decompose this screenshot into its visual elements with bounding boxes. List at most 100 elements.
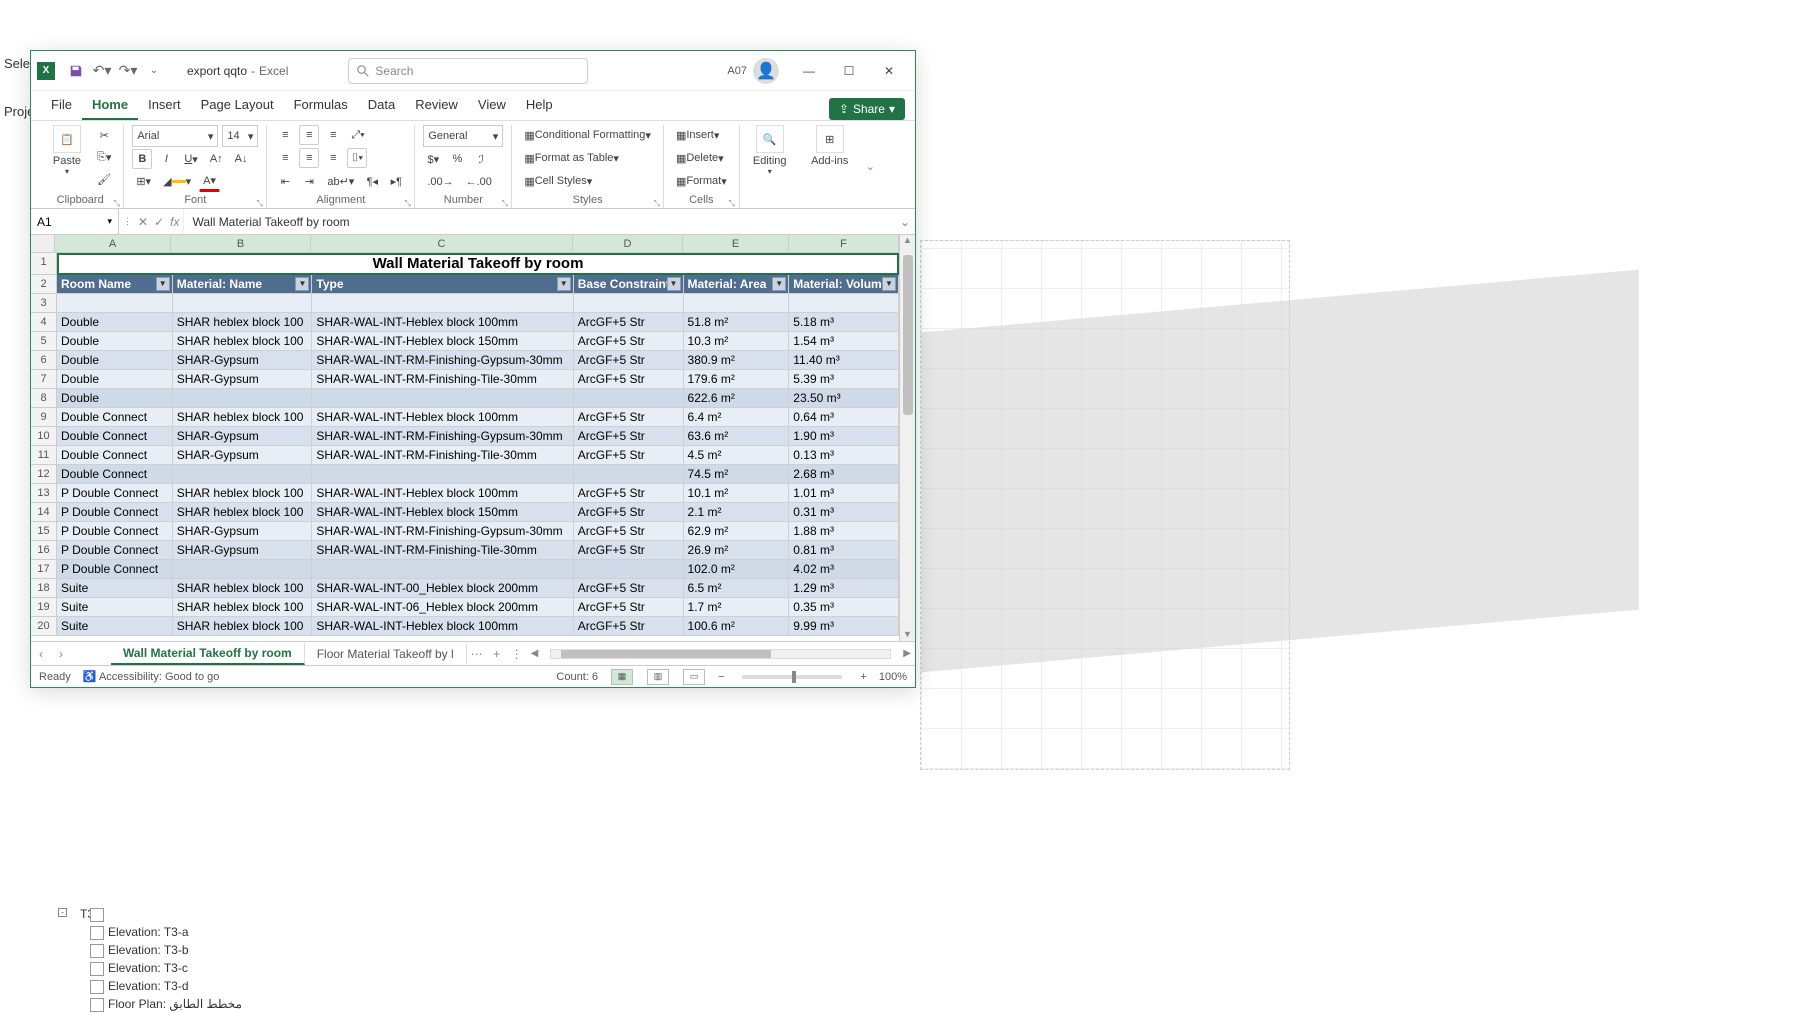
qat-customize-icon[interactable]: ⌄ [143, 60, 165, 82]
data-cell[interactable]: 62.9 m² [684, 522, 790, 541]
data-cell[interactable]: SHAR heblex block 100 [173, 503, 313, 522]
data-cell[interactable]: SHAR heblex block 100 [173, 598, 313, 617]
orientation-button[interactable]: ⤢▾ [347, 125, 368, 145]
row-header[interactable]: 15 [31, 522, 57, 541]
delete-cells-button[interactable]: ▦ Delete ▾ [672, 148, 728, 168]
data-cell[interactable]: 179.6 m² [684, 370, 790, 389]
floor-plan-view[interactable] [920, 240, 1290, 770]
data-cell[interactable]: SHAR-WAL-INT-Heblex block 100mm [312, 617, 573, 636]
zoom-level[interactable]: 100% [879, 671, 907, 683]
data-cell[interactable] [57, 294, 173, 313]
row-header[interactable]: 9 [31, 408, 57, 427]
data-cell[interactable]: ArcGF+5 Str [574, 541, 684, 560]
data-cell[interactable] [312, 294, 573, 313]
scroll-down-icon[interactable]: ▼ [900, 629, 915, 639]
data-cell[interactable]: SHAR-Gypsum [173, 522, 313, 541]
maximize-button[interactable]: ☐ [829, 56, 869, 86]
cancel-formula-icon[interactable]: ✕ [138, 215, 148, 229]
tree-item[interactable]: Elevation: T3-c [50, 959, 350, 977]
data-cell[interactable]: P Double Connect [57, 541, 173, 560]
filter-dropdown-icon[interactable]: ▼ [156, 277, 170, 291]
ribbon-tab-insert[interactable]: Insert [138, 91, 191, 120]
cell-styles-button[interactable]: ▦ Cell Styles ▾ [520, 171, 596, 191]
underline-button[interactable]: U▾ [180, 149, 201, 169]
data-cell[interactable]: 10.1 m² [684, 484, 790, 503]
data-cell[interactable]: SHAR-WAL-INT-RM-Finishing-Gypsum-30mm [312, 522, 573, 541]
data-cell[interactable]: SHAR-WAL-INT-RM-Finishing-Tile-30mm [312, 541, 573, 560]
borders-button[interactable]: ⊞▾ [132, 172, 155, 192]
tree-item[interactable]: Elevation: T3-a [50, 923, 350, 941]
data-cell[interactable]: ArcGF+5 Str [574, 522, 684, 541]
data-cell[interactable]: 4.02 m³ [789, 560, 899, 579]
filter-dropdown-icon[interactable]: ▼ [295, 277, 309, 291]
table-header-cell[interactable]: Material: Area▼ [684, 275, 790, 294]
data-cell[interactable]: Double Connect [57, 465, 173, 484]
hscroll-left-icon[interactable]: ◀ [531, 648, 539, 659]
title-cell[interactable]: Wall Material Takeoff by room [57, 253, 899, 275]
data-cell[interactable]: 102.0 m² [684, 560, 790, 579]
data-cell[interactable]: SHAR-WAL-INT-Heblex block 100mm [312, 313, 573, 332]
data-cell[interactable]: 622.6 m² [684, 389, 790, 408]
table-header-cell[interactable]: Room Name▼ [57, 275, 173, 294]
sheet-more-button[interactable]: ⋯ [467, 647, 487, 661]
add-sheet-button[interactable]: + [487, 647, 507, 661]
data-cell[interactable]: Double Connect [57, 427, 173, 446]
data-cell[interactable]: SHAR heblex block 100 [173, 408, 313, 427]
conditional-formatting-button[interactable]: ▦ Conditional Formatting ▾ [520, 125, 655, 145]
sheet-tab-active[interactable]: Wall Material Takeoff by room [111, 643, 305, 665]
data-cell[interactable] [574, 465, 684, 484]
data-cell[interactable]: 1.90 m³ [789, 427, 899, 446]
wrap-text-button[interactable]: ab↵▾ [323, 171, 358, 191]
ribbon-tab-home[interactable]: Home [82, 91, 138, 120]
fill-color-button[interactable]: ◢▾ [159, 172, 195, 192]
row-header[interactable]: 8 [31, 389, 57, 408]
data-cell[interactable]: 2.1 m² [684, 503, 790, 522]
sheet-tab-other[interactable]: Floor Material Takeoff by l [305, 644, 467, 664]
scrollbar-thumb[interactable] [903, 255, 913, 415]
tree-parent[interactable]: - T3 [50, 905, 350, 923]
data-cell[interactable]: 100.6 m² [684, 617, 790, 636]
data-cell[interactable]: ArcGF+5 Str [574, 427, 684, 446]
data-cell[interactable]: ArcGF+5 Str [574, 351, 684, 370]
ribbon-tab-file[interactable]: File [41, 91, 82, 120]
cut-button[interactable]: ✂ [93, 125, 115, 145]
share-button[interactable]: ⇪ Share ▾ [829, 98, 905, 120]
bold-button[interactable]: B [132, 149, 152, 169]
data-cell[interactable] [574, 389, 684, 408]
column-header[interactable]: B [171, 235, 311, 252]
data-cell[interactable]: 51.8 m² [684, 313, 790, 332]
format-cells-button[interactable]: ▦ Format ▾ [672, 171, 731, 191]
data-cell[interactable]: SHAR-Gypsum [173, 370, 313, 389]
table-header-cell[interactable]: Base Constraint▼ [574, 275, 684, 294]
data-cell[interactable]: ArcGF+5 Str [574, 370, 684, 389]
align-left-button[interactable]: ≡ [275, 148, 295, 168]
data-cell[interactable]: 0.64 m³ [789, 408, 899, 427]
data-cell[interactable]: ArcGF+5 Str [574, 408, 684, 427]
data-cell[interactable] [173, 560, 313, 579]
decrease-indent-button[interactable]: ⇤ [275, 171, 295, 191]
increase-indent-button[interactable]: ⇥ [299, 171, 319, 191]
data-cell[interactable]: ArcGF+5 Str [574, 598, 684, 617]
data-cell[interactable]: SHAR-Gypsum [173, 351, 313, 370]
data-cell[interactable]: SHAR-WAL-INT-Heblex block 100mm [312, 408, 573, 427]
name-box[interactable]: A1▾ [31, 209, 119, 234]
row-header[interactable]: 3 [31, 294, 57, 313]
data-cell[interactable]: 4.5 m² [684, 446, 790, 465]
increase-font-button[interactable]: A↑ [206, 149, 227, 169]
data-cell[interactable] [173, 465, 313, 484]
sheet-options-button[interactable]: ⋮ [507, 647, 527, 661]
row-header[interactable]: 20 [31, 617, 57, 636]
redo-icon[interactable]: ↷▾ [117, 60, 139, 82]
ribbon-tab-page-layout[interactable]: Page Layout [191, 91, 284, 120]
decrease-font-button[interactable]: A↓ [231, 149, 252, 169]
data-cell[interactable]: 2.68 m³ [789, 465, 899, 484]
horizontal-scrollbar[interactable] [550, 649, 891, 659]
search-input[interactable]: Search [348, 58, 588, 84]
data-cell[interactable]: P Double Connect [57, 522, 173, 541]
row-header[interactable]: 13 [31, 484, 57, 503]
row-header[interactable]: 6 [31, 351, 57, 370]
data-cell[interactable]: 1.7 m² [684, 598, 790, 617]
ribbon-tab-help[interactable]: Help [516, 91, 563, 120]
row-header[interactable]: 19 [31, 598, 57, 617]
data-cell[interactable] [574, 560, 684, 579]
